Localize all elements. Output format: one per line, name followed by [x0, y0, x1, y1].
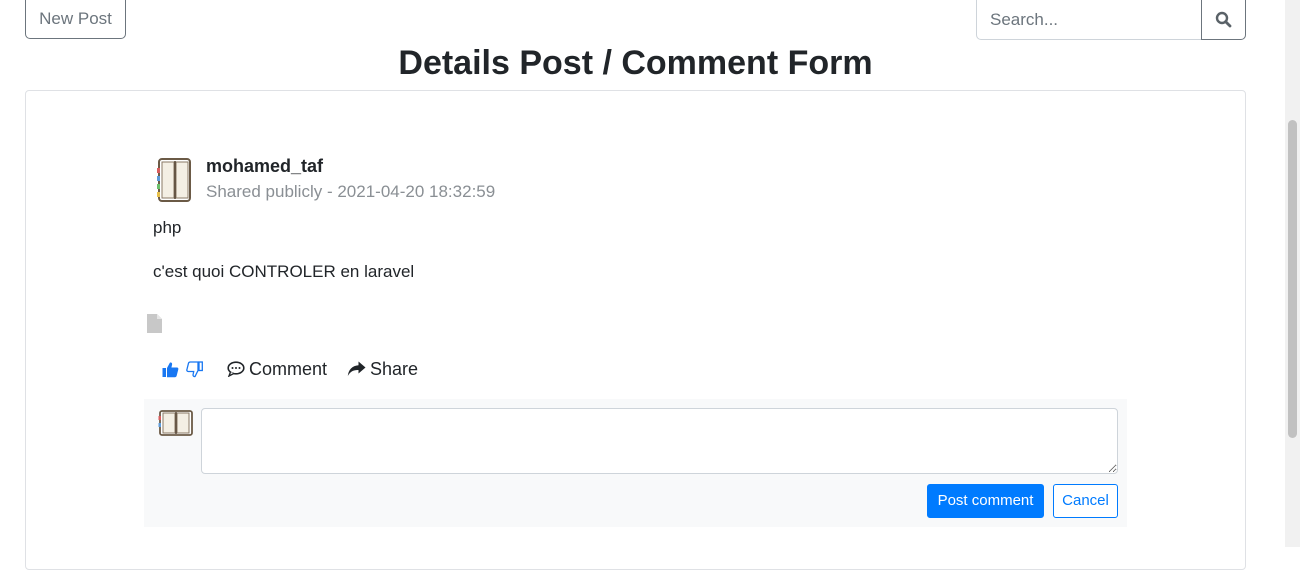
avatar: [158, 410, 193, 436]
thumbs-down-icon[interactable]: [186, 360, 203, 378]
comment-label: Comment: [249, 358, 328, 379]
share-action[interactable]: Share: [347, 359, 418, 380]
reactions: [162, 360, 207, 378]
post-title: php: [153, 218, 182, 237]
share-label: Share: [370, 358, 419, 379]
thumbs-up-icon[interactable]: [162, 361, 179, 378]
search-button[interactable]: [1201, 0, 1246, 40]
comment-form: Post comment Cancel: [144, 399, 1127, 527]
comment-icon: [227, 361, 245, 377]
cancel-button[interactable]: Cancel: [1053, 484, 1118, 518]
page-title: Details Post / Comment Form: [398, 44, 873, 82]
new-post-button[interactable]: New Post: [25, 0, 126, 39]
post-meta: Shared publicly - 2021-04-20 18:32:59: [206, 182, 496, 201]
search-input[interactable]: [976, 0, 1202, 40]
post-body: c'est quoi CONTROLER en laravel: [153, 262, 415, 281]
search-icon: [1215, 11, 1232, 28]
author-name[interactable]: mohamed_taf: [206, 156, 323, 177]
comment-action[interactable]: Comment: [227, 359, 327, 380]
post-actions: Comment Share: [162, 358, 418, 380]
top-bar: New Post: [0, 0, 1285, 40]
avatar: [157, 158, 191, 202]
share-icon: [347, 361, 366, 376]
scrollbar-thumb[interactable]: [1288, 120, 1297, 438]
file-icon[interactable]: [147, 314, 162, 333]
comment-textarea[interactable]: [201, 408, 1118, 474]
post-comment-button[interactable]: Post comment: [927, 484, 1044, 518]
